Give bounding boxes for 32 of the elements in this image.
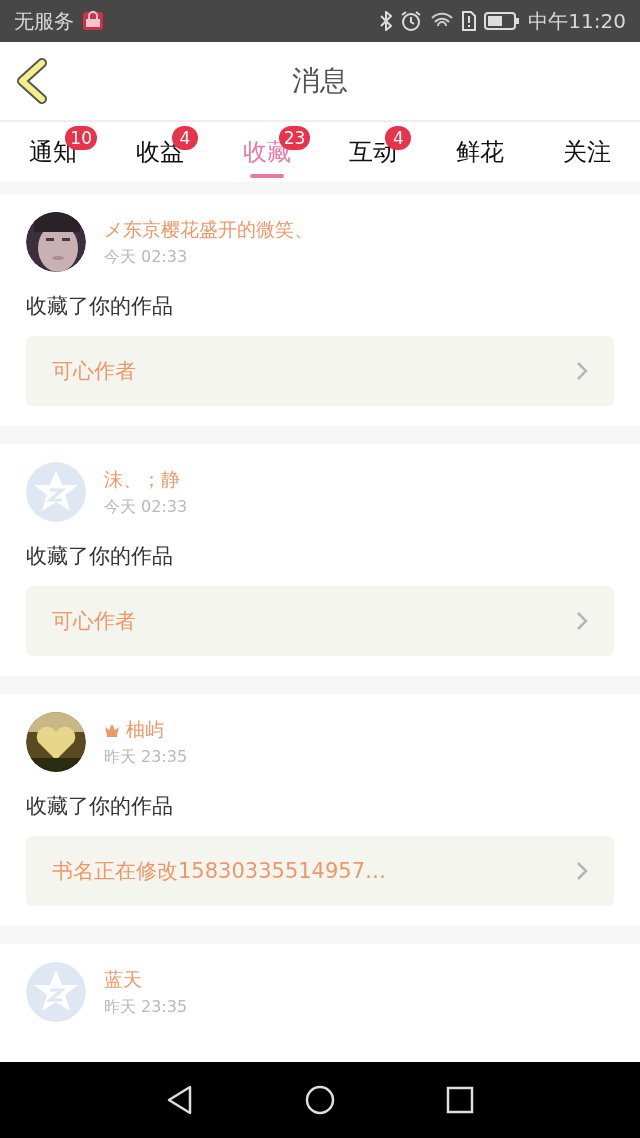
chevron-icon xyxy=(576,611,588,631)
sim-card-icon xyxy=(462,11,477,31)
timestamp: 今天 02:33 xyxy=(104,246,189,268)
timestamp: 今天 02:33 xyxy=(104,496,188,518)
tab[interactable]: 鲜花 xyxy=(426,122,534,182)
message-text: 收藏了你的作品 xyxy=(26,543,174,570)
default-avatar-icon xyxy=(26,962,86,1022)
book-link[interactable]: 可心作者 xyxy=(26,336,614,406)
user-name[interactable]: 蓝天 xyxy=(104,966,142,993)
clock-text: 中午11:20 xyxy=(528,7,626,35)
user-name[interactable]: 柚屿 xyxy=(126,716,164,743)
timestamp: 昨天 23:35 xyxy=(104,746,188,768)
chevron-icon xyxy=(576,861,588,881)
user-name[interactable]: メ东京樱花盛开的微笑、 xyxy=(104,216,313,243)
home-nav-button[interactable] xyxy=(304,1084,336,1116)
user-name[interactable]: 沫、；静 xyxy=(104,466,180,493)
timestamp: 昨天 23:35 xyxy=(104,996,188,1018)
back-button[interactable] xyxy=(14,58,50,104)
shopping-bag-icon xyxy=(82,10,104,32)
recents-nav-button[interactable] xyxy=(444,1084,476,1116)
book-link[interactable]: 书名正在修改15830335514957… xyxy=(26,836,614,906)
default-avatar-icon xyxy=(26,462,86,522)
tab[interactable]: 关注 xyxy=(533,122,640,182)
page-title: 消息 xyxy=(292,63,348,99)
chevron-icon xyxy=(576,361,588,381)
message-text: 收藏了你的作品 xyxy=(26,293,174,320)
message-text: 收藏了你的作品 xyxy=(26,793,174,820)
battery-icon xyxy=(484,12,521,30)
book-link[interactable]: 可心作者 xyxy=(26,586,614,656)
bluetooth-icon xyxy=(380,11,393,31)
carrier-text: 无服务 xyxy=(14,7,74,35)
alarm-icon xyxy=(400,10,423,32)
